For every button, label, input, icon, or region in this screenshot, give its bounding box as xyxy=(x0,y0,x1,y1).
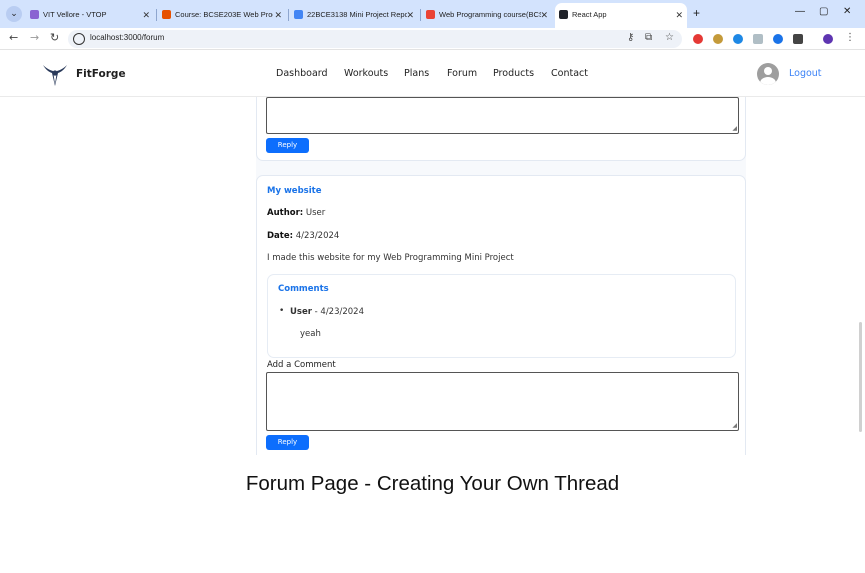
nav-products[interactable]: Products xyxy=(493,68,534,79)
new-tab-icon[interactable]: + xyxy=(693,6,700,20)
reply-button[interactable]: Reply xyxy=(266,138,309,153)
extension-icon[interactable] xyxy=(713,34,723,44)
nav-plans[interactable]: Plans xyxy=(404,68,429,79)
author-value: User xyxy=(305,208,326,218)
screenshot-frame: ⌄ VIT Vellore - VTOP ✕ Course: BCSE203E … xyxy=(0,0,865,573)
add-comment-label: Add a Comment xyxy=(267,360,336,370)
comment-item: • User - 4/23/2024 xyxy=(279,306,364,317)
close-tab-icon[interactable]: ✕ xyxy=(142,4,150,26)
comment-date: 4/23/2024 xyxy=(320,307,364,317)
browser-tab-2[interactable]: Course: BCSE203E Web Progra ✕ xyxy=(158,4,286,26)
close-tab-icon[interactable]: ✕ xyxy=(406,4,414,26)
brand[interactable]: FitForge xyxy=(41,60,126,88)
browser-tab-4[interactable]: Web Programming course(BCS ✕ xyxy=(422,4,552,26)
browser-tab-3[interactable]: 22BCE3138 Mini Project Repor ✕ xyxy=(290,4,418,26)
browser-toolbar: ← → ↻ localhost:3000/forum ⚷ ⧉ ☆ ⋮ xyxy=(0,28,865,50)
nav-forum[interactable]: Forum xyxy=(447,68,477,79)
comment-text: yeah xyxy=(300,329,321,339)
extension-icon[interactable] xyxy=(773,34,783,44)
address-bar[interactable]: localhost:3000/forum ⚷ ⧉ ☆ xyxy=(68,30,682,48)
user-avatar-icon[interactable] xyxy=(757,63,779,85)
nav-contact[interactable]: Contact xyxy=(551,68,588,79)
close-tab-icon[interactable]: ✕ xyxy=(675,3,683,27)
thread-title: My website xyxy=(267,186,322,196)
browser-tabstrip: ⌄ VIT Vellore - VTOP ✕ Course: BCSE203E … xyxy=(0,0,865,28)
install-app-icon[interactable]: ⧉ xyxy=(645,32,652,43)
profile-avatar-icon[interactable] xyxy=(823,34,833,44)
caption: Forum Page - Creating Your Own Thread xyxy=(245,472,620,495)
forum-page: ◢ Reply My website Author: User Date: 4/… xyxy=(0,97,865,455)
bullet-icon: • xyxy=(279,306,285,316)
extensions-puzzle-icon[interactable] xyxy=(793,34,803,44)
previous-thread-card: ◢ Reply xyxy=(256,97,746,161)
reload-icon[interactable]: ↻ xyxy=(50,31,59,44)
brand-name: FitForge xyxy=(76,68,126,80)
comments-title: Comments xyxy=(278,284,329,294)
tab-title: 22BCE3138 Mini Project Repor xyxy=(307,10,407,20)
browser-tab-1[interactable]: VIT Vellore - VTOP ✕ xyxy=(26,4,154,26)
app-navbar: FitForge Dashboard Workouts Plans Forum … xyxy=(0,51,865,97)
scrollbar[interactable] xyxy=(859,322,862,432)
vtop-favicon-icon xyxy=(30,9,39,19)
tab-title: Web Programming course(BCS xyxy=(439,10,541,20)
gmail-favicon-icon xyxy=(426,9,435,19)
tab-title: VIT Vellore - VTOP xyxy=(43,10,107,20)
restore-icon[interactable]: ▢ xyxy=(819,6,828,17)
thread-card: My website Author: User Date: 4/23/2024 … xyxy=(256,175,746,455)
thread-author: Author: User xyxy=(267,208,325,218)
tab-title: React App xyxy=(572,10,607,20)
comment-separator: - xyxy=(314,307,318,317)
logout-link[interactable]: Logout xyxy=(789,68,822,79)
tab-title: Course: BCSE203E Web Progra xyxy=(175,10,273,20)
password-key-icon[interactable]: ⚷ xyxy=(627,32,634,43)
nav-dashboard[interactable]: Dashboard xyxy=(276,68,328,79)
bookmark-star-icon[interactable]: ☆ xyxy=(665,32,674,43)
minimize-icon[interactable]: — xyxy=(795,6,805,17)
close-tab-icon[interactable]: ✕ xyxy=(540,4,548,26)
date-label: Date: xyxy=(267,231,294,241)
thread-description: I made this website for my Web Programmi… xyxy=(267,253,514,263)
docs-favicon-icon xyxy=(294,9,303,19)
extension-icon[interactable] xyxy=(733,34,743,44)
adblock-extension-icon[interactable] xyxy=(693,34,703,44)
more-menu-icon[interactable]: ⋮ xyxy=(845,32,855,43)
add-comment-textarea[interactable]: ◢ xyxy=(266,372,739,431)
react-favicon-icon xyxy=(559,9,568,19)
comments-box: Comments • User - 4/23/2024 yeah xyxy=(267,274,736,358)
nav-workouts[interactable]: Workouts xyxy=(344,68,388,79)
forum-column: ◢ Reply My website Author: User Date: 4/… xyxy=(256,97,746,455)
author-label: Author: xyxy=(267,208,304,218)
close-window-icon[interactable]: ✕ xyxy=(843,6,851,17)
bull-logo-icon xyxy=(43,65,67,86)
url-text[interactable]: localhost:3000/forum xyxy=(90,33,164,42)
site-info-icon[interactable] xyxy=(73,33,85,45)
thread-date: Date: 4/23/2024 xyxy=(267,231,339,241)
forward-icon[interactable]: → xyxy=(30,31,39,44)
reply-button[interactable]: Reply xyxy=(266,435,309,450)
date-value: 4/23/2024 xyxy=(295,231,340,241)
browser-tab-active[interactable]: React App ✕ xyxy=(555,3,687,28)
extension-icon[interactable] xyxy=(753,34,763,44)
moodle-favicon-icon xyxy=(162,9,171,19)
comment-textarea[interactable]: ◢ xyxy=(266,97,739,134)
back-icon[interactable]: ← xyxy=(9,31,18,44)
close-tab-icon[interactable]: ✕ xyxy=(274,4,282,26)
tab-search-icon[interactable]: ⌄ xyxy=(6,6,22,22)
comment-author: User xyxy=(290,307,312,317)
